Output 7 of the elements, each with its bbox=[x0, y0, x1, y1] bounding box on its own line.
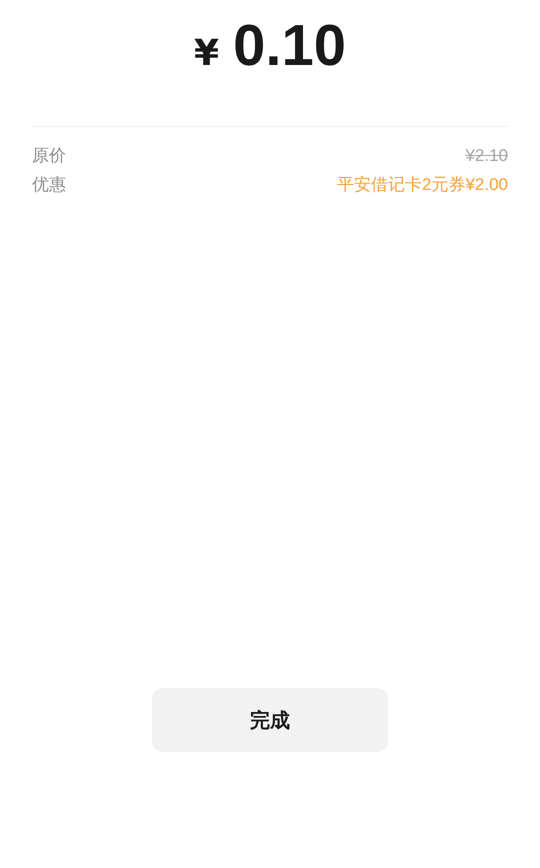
discount-value: 平安借记卡2元券¥2.00 bbox=[337, 174, 508, 196]
detail-label: 优惠 bbox=[32, 174, 66, 196]
done-button[interactable]: 完成 bbox=[152, 688, 388, 752]
detail-label: 原价 bbox=[32, 145, 66, 167]
payment-amount: 0.10 bbox=[233, 12, 346, 79]
original-price: ¥2.10 bbox=[465, 146, 508, 166]
currency-symbol: ¥ bbox=[194, 33, 220, 74]
